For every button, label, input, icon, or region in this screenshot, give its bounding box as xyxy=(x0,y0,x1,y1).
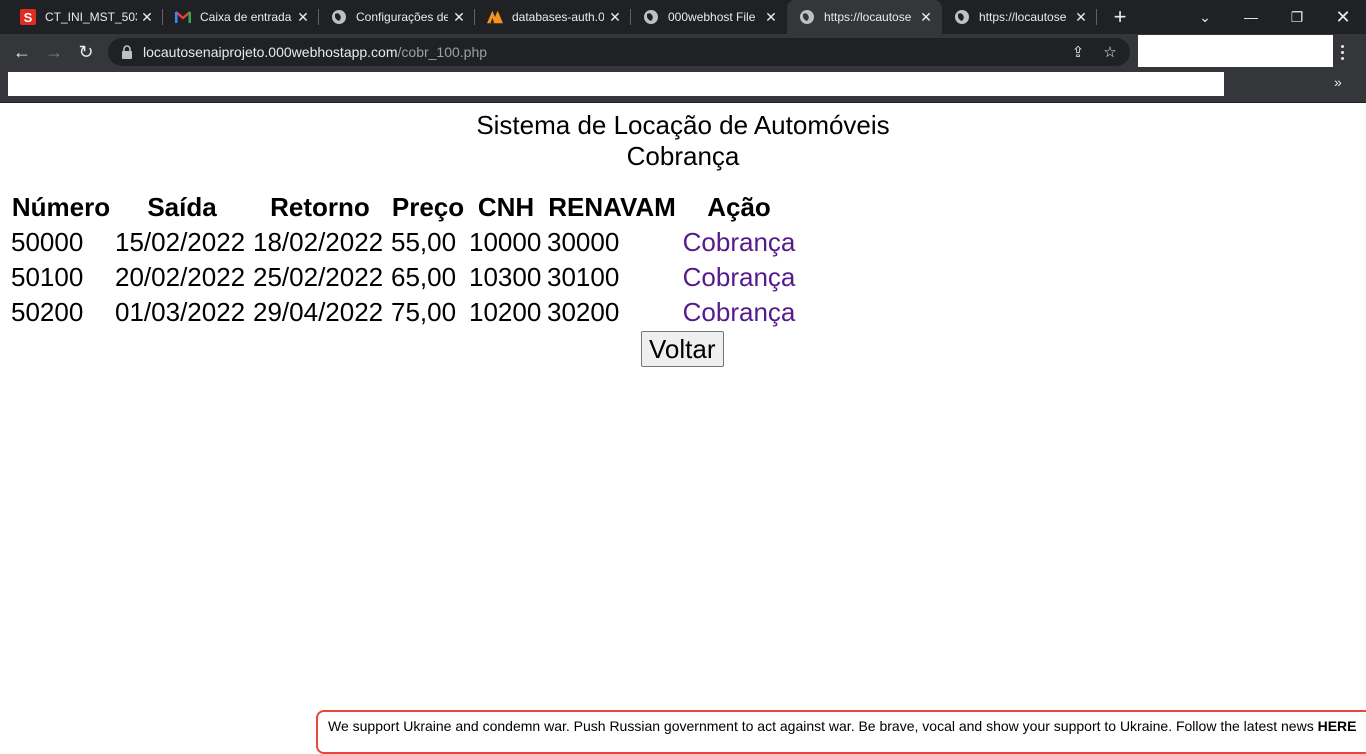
column-header-numero: Número xyxy=(11,192,111,222)
cell-acao: Cobrança xyxy=(680,296,798,329)
banner-text-line: We support Ukraine and condemn war. Push… xyxy=(328,718,1357,734)
cobranca-link[interactable]: Cobrança xyxy=(683,262,796,292)
window-close-button[interactable]: ✕ xyxy=(1320,0,1366,34)
tab-title: Configurações de xyxy=(356,10,448,24)
voltar-button[interactable]: Voltar xyxy=(641,331,724,367)
billing-table: Número Saída Retorno Preço CNH RENAVAM A… xyxy=(8,189,800,331)
bookmarks-bar: » xyxy=(0,70,1366,103)
url-path: /cobr_100.php xyxy=(397,44,488,60)
url-host: locautosenaiprojeto.000webhostapp.com xyxy=(143,44,398,60)
cell-saida: 20/02/2022 xyxy=(115,262,246,292)
cobranca-link[interactable]: Cobrança xyxy=(683,227,796,257)
tab-title: https://locautose xyxy=(979,10,1067,24)
reload-icon[interactable]: ↻ xyxy=(74,40,98,64)
restore-button[interactable]: ❐ xyxy=(1274,0,1320,34)
tab-7[interactable]: https://locautose ✕ xyxy=(942,0,1097,34)
back-arrow-icon[interactable]: ← xyxy=(10,40,34,64)
minimize-button[interactable]: — xyxy=(1228,0,1274,34)
page-subtitle: Cobrança xyxy=(626,141,740,171)
column-header-preco: Preço xyxy=(391,192,465,222)
close-icon[interactable]: ✕ xyxy=(1073,9,1089,25)
globe-icon xyxy=(954,9,970,25)
cell-acao: Cobrança xyxy=(680,226,798,259)
close-icon[interactable]: ✕ xyxy=(295,9,311,25)
extensions-area[interactable] xyxy=(1138,35,1333,67)
tab-6-active[interactable]: https://locautose ✕ xyxy=(787,0,942,34)
page-content: Sistema de Locação de Automóveis Cobranç… xyxy=(0,103,1366,738)
column-header-cnh: CNH xyxy=(477,192,535,222)
share-icon[interactable]: ⇪ xyxy=(1070,44,1086,61)
gmail-icon xyxy=(175,9,191,25)
cell-renavam: 30200 xyxy=(547,297,620,327)
cell-saida: 15/02/2022 xyxy=(115,227,246,257)
cell-retorno: 25/02/2022 xyxy=(253,262,384,292)
column-header-retorno: Retorno xyxy=(270,192,370,222)
close-icon[interactable]: ✕ xyxy=(451,9,467,25)
tab-title: CT_INI_MST_5035 xyxy=(45,10,137,24)
column-header-renavam: RENAVAM xyxy=(548,192,676,222)
cell-preco: 55,00 xyxy=(391,227,457,257)
cobranca-link[interactable]: Cobrança xyxy=(683,297,796,327)
tab-3[interactable]: Configurações de ✕ xyxy=(319,0,475,34)
column-header-saida: Saída xyxy=(147,192,217,222)
cell-retorno: 18/02/2022 xyxy=(253,227,384,257)
cell-numero: 50200 xyxy=(11,297,84,327)
banner-here-link[interactable]: HERE xyxy=(1318,718,1357,734)
more-menu-icon[interactable] xyxy=(1336,40,1348,64)
table-row: 50100 20/02/2022 25/02/2022 65,00 10300 … xyxy=(10,261,798,294)
cell-acao: Cobrança xyxy=(680,261,798,294)
cell-numero: 50100 xyxy=(11,262,84,292)
tab-1[interactable]: S CT_INI_MST_5035 ✕ xyxy=(8,0,163,34)
cell-cnh: 10300 xyxy=(469,262,542,292)
globe-icon xyxy=(799,9,815,25)
tab-title: Caixa de entrada xyxy=(200,10,292,24)
tab-title: 000webhost File xyxy=(668,10,756,24)
tab-2[interactable]: Caixa de entrada ✕ xyxy=(163,0,319,34)
cell-renavam: 30100 xyxy=(547,262,620,292)
cell-cnh: 10200 xyxy=(469,297,542,327)
tab-strip: S CT_INI_MST_5035 ✕ Caixa de entrada ✕ C… xyxy=(0,0,1366,34)
bookmarks-area[interactable] xyxy=(8,72,1224,96)
forward-arrow-icon[interactable]: → xyxy=(42,40,66,64)
address-bar[interactable]: locautosenaiprojeto.000webhostapp.com/co… xyxy=(108,38,1130,66)
tab-5[interactable]: 000webhost File ✕ xyxy=(631,0,787,34)
table-header-row: Número Saída Retorno Preço CNH RENAVAM A… xyxy=(10,191,798,224)
close-icon[interactable]: ✕ xyxy=(918,9,934,25)
cell-preco: 65,00 xyxy=(391,262,457,292)
tab-separator xyxy=(1096,9,1097,25)
cell-renavam: 30000 xyxy=(547,227,620,257)
table-row: 50000 15/02/2022 18/02/2022 55,00 10000 … xyxy=(10,226,798,259)
cell-cnh: 10000 xyxy=(469,227,542,257)
tab-title: databases-auth.0 xyxy=(512,10,604,24)
webhost-icon xyxy=(487,9,503,25)
ukraine-support-banner: We support Ukraine and condemn war. Push… xyxy=(316,710,1366,754)
chevron-right-icon[interactable]: » xyxy=(1334,74,1342,90)
url-text[interactable]: locautosenaiprojeto.000webhostapp.com/co… xyxy=(143,44,487,60)
cell-numero: 50000 xyxy=(11,227,84,257)
new-tab-button[interactable]: + xyxy=(1108,4,1132,29)
globe-icon xyxy=(331,9,347,25)
bookmark-star-icon[interactable]: ☆ xyxy=(1102,44,1118,61)
cell-retorno: 29/04/2022 xyxy=(253,297,384,327)
s-logo-icon: S xyxy=(20,9,36,25)
globe-icon xyxy=(643,9,659,25)
tab-4[interactable]: databases-auth.0 ✕ xyxy=(475,0,631,34)
svg-text:S: S xyxy=(24,10,33,25)
tab-search-icon[interactable]: ⌄ xyxy=(1182,0,1228,34)
banner-text: We support Ukraine and condemn war. Push… xyxy=(328,718,1314,734)
tab-title: https://locautose xyxy=(824,10,912,24)
table-row: 50200 01/03/2022 29/04/2022 75,00 10200 … xyxy=(10,296,798,329)
browser-toolbar: ← → ↻ locautosenaiprojeto.000webhostapp.… xyxy=(0,34,1366,70)
lock-icon[interactable] xyxy=(120,45,134,59)
cell-saida: 01/03/2022 xyxy=(115,297,246,327)
cell-preco: 75,00 xyxy=(391,297,457,327)
column-header-acao: Ação xyxy=(707,192,771,222)
close-icon[interactable]: ✕ xyxy=(763,9,779,25)
close-icon[interactable]: ✕ xyxy=(139,9,155,25)
page-title: Sistema de Locação de Automóveis xyxy=(476,110,890,140)
close-icon[interactable]: ✕ xyxy=(607,9,623,25)
